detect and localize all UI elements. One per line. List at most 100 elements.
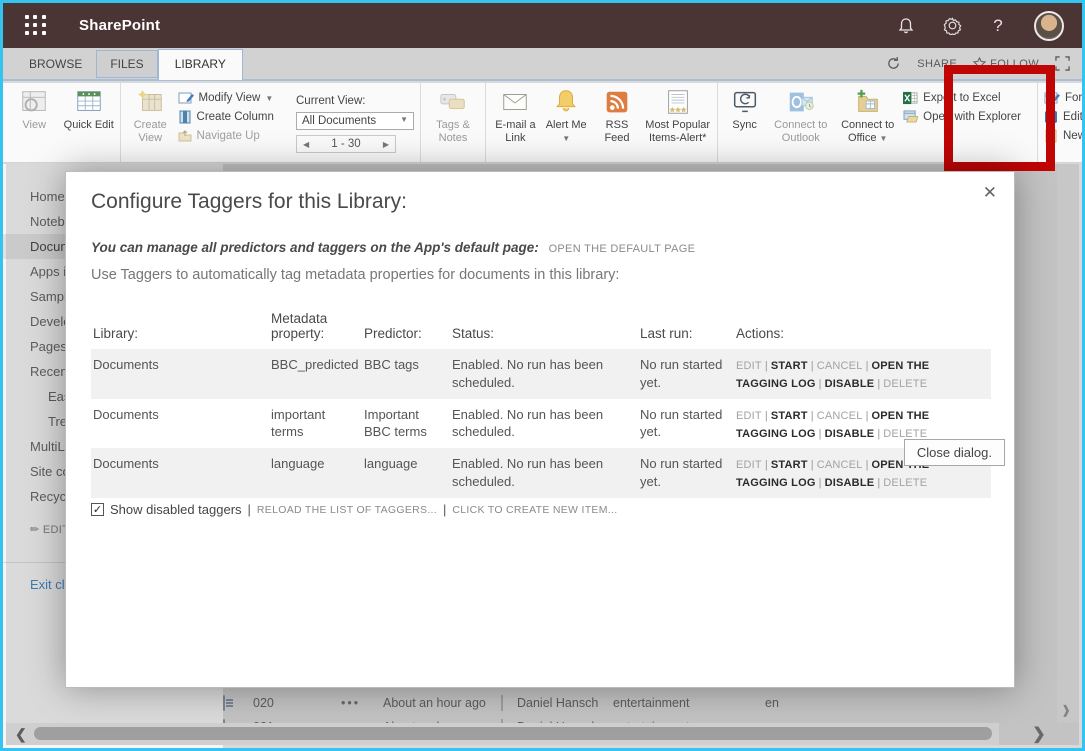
action-disable[interactable]: DISABLE <box>825 428 875 440</box>
show-disabled-checkbox[interactable]: ✓ <box>91 503 104 516</box>
follow-link[interactable]: FOLLOW <box>973 57 1039 70</box>
current-view-label: Current View: <box>296 91 414 107</box>
sync-button[interactable]: Sync <box>724 87 765 148</box>
taggers-col-header: Library: <box>91 305 269 349</box>
taggers-col-header: Predictor: <box>362 305 450 349</box>
navigate-up-button[interactable]: Navigate Up <box>178 129 292 143</box>
navigate-up-icon <box>178 129 192 143</box>
tagger-cell-status: Enabled. No run has been scheduled. <box>450 399 638 449</box>
taggers-col-header: Actions: <box>734 305 991 349</box>
tags-notes-button[interactable]: Tags & Notes <box>427 87 479 148</box>
group-manage-views: Create View Modify View▼ Create Column N… <box>121 83 421 162</box>
action-separator: | <box>808 410 817 422</box>
group-customize-library: Form Web Parts▼ Edit Library New Quick S… <box>1038 83 1085 162</box>
tagger-cell-metadata: BBC_predicted <box>269 349 362 399</box>
taggers-col-header: Last run: <box>638 305 734 349</box>
tagger-row: DocumentslanguagelanguageEnabled. No run… <box>91 448 991 498</box>
action-delete: DELETE <box>883 477 927 489</box>
tagger-row: Documentsimportant termsImportant BBC te… <box>91 399 991 449</box>
quick-edit-button[interactable]: Quick Edit <box>64 87 115 148</box>
help-icon[interactable]: ? <box>988 16 1008 36</box>
form-web-parts-icon <box>1044 91 1060 105</box>
notifications-bell-icon[interactable] <box>896 16 916 36</box>
action-edit: EDIT <box>736 410 762 422</box>
action-separator: | <box>874 378 883 390</box>
create-column-button[interactable]: Create Column <box>178 110 292 124</box>
email-link-button[interactable]: E-mail a Link <box>492 87 539 148</box>
action-separator: | <box>816 378 825 390</box>
rss-feed-button[interactable]: RSS Feed <box>594 87 641 148</box>
tagger-cell-last_run: No run started yet. <box>638 399 734 449</box>
tagger-cell-status: Enabled. No run has been scheduled. <box>450 349 638 399</box>
open-default-page-link[interactable]: OPEN THE DEFAULT PAGE <box>549 243 696 255</box>
pager-next-icon[interactable]: ▶ <box>383 140 389 149</box>
reload-taggers-link[interactable]: RELOAD THE LIST OF TAGGERS... <box>257 504 437 516</box>
create-column-icon <box>178 110 192 124</box>
tagger-cell-predictor: Important BBC terms <box>362 399 450 449</box>
focus-mode-icon[interactable] <box>1055 56 1070 71</box>
tagger-cell-predictor: language <box>362 448 450 498</box>
settings-gear-icon[interactable] <box>942 16 962 36</box>
action-separator: | <box>874 428 883 440</box>
taggers-col-header: Status: <box>450 305 638 349</box>
dialog-title: Configure Taggers for this Library: <box>66 172 1014 214</box>
view-pager[interactable]: ◀ 1 - 30 ▶ <box>296 135 396 153</box>
close-dialog-button[interactable]: Close dialog. <box>904 439 1005 466</box>
tagger-cell-metadata: important terms <box>269 399 362 449</box>
action-start[interactable]: START <box>771 459 808 471</box>
taggers-col-header: Metadata property: <box>269 305 362 349</box>
group-tags-notes: Tags & Notes <box>421 83 486 162</box>
action-separator: | <box>874 477 883 489</box>
action-separator: | <box>808 360 817 372</box>
action-disable[interactable]: DISABLE <box>825 477 875 489</box>
modify-view-icon <box>178 91 194 105</box>
action-start[interactable]: START <box>771 410 808 422</box>
modify-view-button[interactable]: Modify View▼ <box>178 91 292 105</box>
open-explorer-button[interactable]: Open with Explorer <box>903 110 1031 123</box>
tagger-cell-last_run: No run started yet. <box>638 349 734 399</box>
action-cancel: CANCEL <box>817 459 863 471</box>
new-quick-step-icon <box>1044 129 1058 143</box>
share-link[interactable]: SHARE <box>917 58 957 70</box>
alert-me-button[interactable]: Alert Me ▼ <box>543 87 590 148</box>
new-quick-step-button[interactable]: New Quick Step <box>1044 129 1085 143</box>
action-delete: DELETE <box>883 378 927 390</box>
pager-prev-icon[interactable]: ◀ <box>303 140 309 149</box>
action-disable[interactable]: DISABLE <box>825 378 875 390</box>
edit-library-button[interactable]: Edit Library <box>1044 110 1085 124</box>
action-delete: DELETE <box>883 428 927 440</box>
ribbon-tab-strip: BROWSE FILES LIBRARY SHARE FOLLOW <box>3 48 1082 81</box>
sharepoint-window: SharePoint ? BROWSE FILES LIBRARY SHARE … <box>0 0 1085 751</box>
action-separator: | <box>816 428 825 440</box>
user-avatar[interactable] <box>1034 11 1064 41</box>
tab-library[interactable]: LIBRARY <box>158 49 243 80</box>
refresh-icon[interactable] <box>886 56 901 71</box>
tagger-cell-status: Enabled. No run has been scheduled. <box>450 448 638 498</box>
connect-office-button[interactable]: Connect to Office ▼ <box>836 87 899 148</box>
connect-outlook-button[interactable]: Connect to Outlook <box>769 87 832 148</box>
export-excel-button[interactable]: Export to Excel <box>903 91 1031 105</box>
ribbon: View Quick Edit Create View Modify View▼… <box>3 83 1082 163</box>
current-view-select[interactable]: All Documents▼ <box>296 112 414 130</box>
configure-taggers-dialog: ✕ Configure Taggers for this Library: Yo… <box>65 171 1015 688</box>
create-view-button[interactable]: Create View <box>127 87 174 148</box>
create-new-item-link[interactable]: CLICK TO CREATE NEW ITEM... <box>452 504 617 516</box>
form-web-parts-button[interactable]: Form Web Parts▼ <box>1044 91 1085 105</box>
most-popular-items-button[interactable]: Most Popular Items-Alert* <box>644 87 711 148</box>
action-cancel: CANCEL <box>817 410 863 422</box>
tagger-cell-library: Documents <box>91 448 269 498</box>
tagger-cell-library: Documents <box>91 399 269 449</box>
action-separator: | <box>863 360 872 372</box>
group-view-format: View Quick Edit <box>3 83 121 162</box>
excel-icon <box>903 91 918 105</box>
dialog-close-icon[interactable]: ✕ <box>978 181 1002 205</box>
tab-browse[interactable]: BROWSE <box>15 50 96 78</box>
app-launcher-icon[interactable] <box>25 15 47 37</box>
action-separator: | <box>808 459 817 471</box>
tab-files[interactable]: FILES <box>96 50 157 78</box>
action-separator: | <box>816 477 825 489</box>
tagger-cell-last_run: No run started yet. <box>638 448 734 498</box>
action-edit: EDIT <box>736 360 762 372</box>
view-button[interactable]: View <box>9 87 60 148</box>
action-start[interactable]: START <box>771 360 808 372</box>
